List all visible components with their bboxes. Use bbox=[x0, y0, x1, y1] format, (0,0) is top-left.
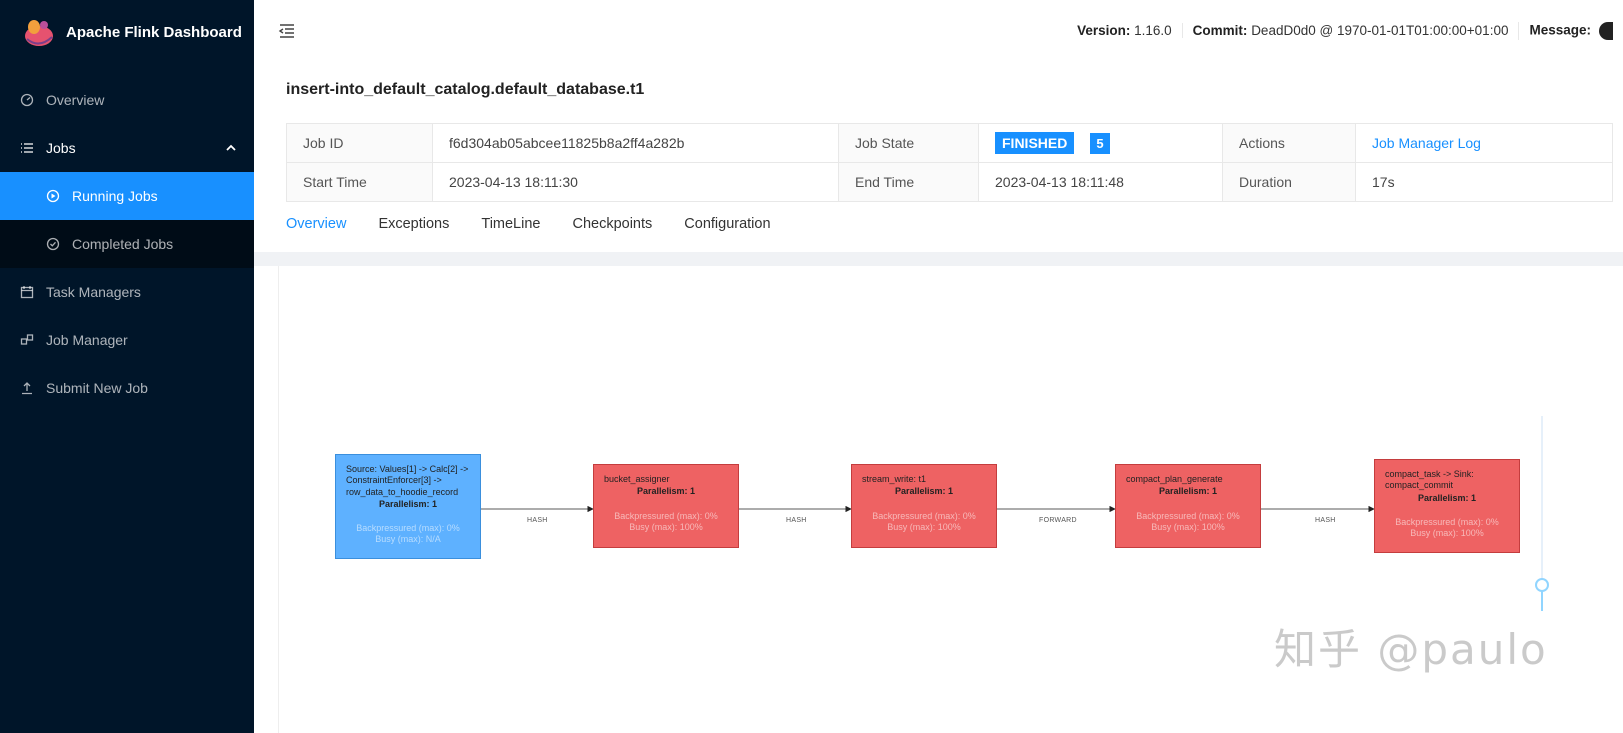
version-label: Version: bbox=[1077, 23, 1131, 38]
sidebar-item-label: Submit New Job bbox=[46, 380, 148, 396]
sidebar-item-label: Task Managers bbox=[46, 284, 141, 300]
sidebar-item-job-manager[interactable]: Job Manager bbox=[0, 316, 254, 364]
sidebar-item-label: Job Manager bbox=[46, 332, 128, 348]
tab-timeline[interactable]: TimeLine bbox=[481, 216, 540, 249]
node-parallelism: Parallelism: 1 bbox=[636, 486, 696, 497]
node-parallelism: Parallelism: 1 bbox=[378, 498, 438, 509]
node-backpressure: Backpressured (max): 0% bbox=[1136, 510, 1240, 521]
version-value: 1.16.0 bbox=[1134, 23, 1172, 38]
edge-label: FORWARD bbox=[1039, 517, 1077, 524]
end-time-value: 2023-04-13 18:11:48 bbox=[978, 162, 1223, 202]
job-title: insert-into_default_catalog.default_data… bbox=[286, 81, 645, 98]
sidebar-item-jobs[interactable]: Jobs bbox=[0, 124, 254, 172]
duration-value: 17s bbox=[1355, 162, 1613, 202]
actions-cell: Job Manager Log bbox=[1355, 123, 1613, 163]
edge-label: HASH bbox=[527, 517, 548, 524]
node-busy: Busy (max): 100% bbox=[1410, 528, 1484, 538]
node-parallelism: Parallelism: 1 bbox=[894, 486, 954, 497]
node-parallelism: Parallelism: 1 bbox=[1158, 486, 1218, 497]
job-state-cell: FINISHED 5 bbox=[978, 123, 1223, 163]
jobs-submenu: Running Jobs Completed Jobs bbox=[0, 172, 254, 268]
job-id-label: Job ID bbox=[286, 123, 433, 163]
table-row: Job ID f6d304ab05abcee11825b8a2ff4a282b … bbox=[286, 123, 1613, 163]
graph-node-bucket-assigner[interactable]: bucket_assigner Parallelism: 1 Backpress… bbox=[593, 464, 739, 548]
brand[interactable]: Apache Flink Dashboard bbox=[0, 0, 254, 64]
dashboard-icon bbox=[20, 93, 34, 107]
node-backpressure: Backpressured (max): 0% bbox=[1395, 516, 1499, 527]
start-time-value: 2023-04-13 18:11:30 bbox=[432, 162, 839, 202]
watermark: 知乎 @paulo bbox=[1274, 625, 1548, 674]
upload-icon bbox=[20, 381, 34, 395]
graph-node-stream-write[interactable]: stream_write: t1 Parallelism: 1 Backpres… bbox=[851, 464, 997, 548]
message-badge bbox=[1599, 21, 1613, 40]
end-time-label: End Time bbox=[838, 162, 979, 202]
tab-configuration[interactable]: Configuration bbox=[684, 216, 770, 249]
node-name: Source: Values[1] -> Calc[2] -> Constrai… bbox=[346, 464, 469, 497]
chevron-up-icon[interactable] bbox=[226, 140, 236, 156]
sidebar-item-submit-new-job[interactable]: Submit New Job bbox=[0, 364, 254, 412]
table-row: Start Time 2023-04-13 18:11:30 End Time … bbox=[286, 162, 1613, 202]
check-circle-icon bbox=[46, 237, 60, 251]
job-tabs: Overview Exceptions TimeLine Checkpoints… bbox=[286, 216, 803, 259]
flink-logo-icon bbox=[22, 15, 56, 49]
tabs-separator bbox=[254, 252, 1623, 266]
tab-exceptions[interactable]: Exceptions bbox=[378, 216, 449, 249]
top-header: Version: 1.16.0 Commit: DeadD0d0 @ 1970-… bbox=[254, 0, 1623, 61]
tab-checkpoints[interactable]: Checkpoints bbox=[572, 216, 652, 249]
menu-fold-icon[interactable] bbox=[278, 22, 296, 40]
sidebar-item-task-managers[interactable]: Task Managers bbox=[0, 268, 254, 316]
app-title: Apache Flink Dashboard bbox=[66, 23, 242, 41]
play-circle-icon bbox=[46, 189, 60, 203]
list-icon bbox=[20, 141, 34, 155]
node-name: bucket_assigner bbox=[604, 474, 670, 484]
zoom-slider-handle[interactable] bbox=[1535, 578, 1549, 592]
node-busy: Busy (max): N/A bbox=[375, 534, 441, 545]
duration-label: Duration bbox=[1222, 162, 1356, 202]
version-info: Version: 1.16.0 bbox=[1067, 23, 1182, 38]
main-content: insert-into_default_catalog.default_data… bbox=[254, 61, 1623, 733]
node-parallelism: Parallelism: 1 bbox=[1417, 492, 1477, 503]
tab-overview[interactable]: Overview bbox=[286, 216, 347, 259]
sidebar: Apache Flink Dashboard Overview Jobs Run… bbox=[0, 0, 254, 733]
task-count-badge: 5 bbox=[1090, 133, 1110, 154]
sidebar-item-label: Completed Jobs bbox=[72, 236, 174, 252]
sidebar-item-label: Overview bbox=[46, 92, 105, 108]
sidebar-item-label: Running Jobs bbox=[72, 188, 158, 204]
message-label: Message: bbox=[1529, 22, 1591, 38]
node-name: stream_write: t1 bbox=[862, 474, 927, 484]
job-manager-log-link[interactable]: Job Manager Log bbox=[1372, 135, 1481, 151]
header-info: Version: 1.16.0 Commit: DeadD0d0 @ 1970-… bbox=[1067, 21, 1623, 40]
sidebar-item-label: Jobs bbox=[46, 140, 76, 156]
node-busy: Busy (max): 100% bbox=[887, 521, 961, 532]
sidebar-item-running-jobs[interactable]: Running Jobs bbox=[0, 172, 254, 220]
graph-node-source[interactable]: Source: Values[1] -> Calc[2] -> Constrai… bbox=[335, 454, 481, 559]
node-busy: Busy (max): 100% bbox=[629, 521, 703, 532]
node-name: compact_plan_generate bbox=[1126, 474, 1223, 484]
graph-node-compact-task-sink[interactable]: compact_task -> Sink: compact_commit Par… bbox=[1374, 459, 1520, 553]
cluster-icon bbox=[20, 333, 34, 347]
node-backpressure: Backpressured (max): 0% bbox=[872, 510, 976, 521]
edge-label: HASH bbox=[1315, 517, 1336, 524]
sidebar-item-completed-jobs[interactable]: Completed Jobs bbox=[0, 220, 254, 268]
node-backpressure: Backpressured (max): 0% bbox=[356, 523, 460, 533]
status-badge: FINISHED bbox=[995, 132, 1075, 154]
commit-value: DeadD0d0 @ 1970-01-01T01:00:00+01:00 bbox=[1251, 23, 1509, 38]
start-time-label: Start Time bbox=[286, 162, 433, 202]
job-state-label: Job State bbox=[838, 123, 979, 163]
actions-label: Actions bbox=[1222, 123, 1356, 163]
message-info[interactable]: Message: bbox=[1518, 21, 1623, 40]
job-graph-canvas[interactable]: HASH HASH FORWARD HASH Source: Values[1]… bbox=[278, 266, 1623, 733]
node-busy: Busy (max): 100% bbox=[1151, 521, 1225, 532]
main-menu: Overview Jobs Running Jobs Completed Job… bbox=[0, 76, 254, 412]
job-id-value: f6d304ab05abcee11825b8a2ff4a282b bbox=[432, 123, 839, 163]
sidebar-item-overview[interactable]: Overview bbox=[0, 76, 254, 124]
graph-node-compact-plan-generate[interactable]: compact_plan_generate Parallelism: 1 Bac… bbox=[1115, 464, 1261, 548]
schedule-icon bbox=[20, 285, 34, 299]
node-backpressure: Backpressured (max): 0% bbox=[614, 510, 718, 521]
job-summary-table: Job ID f6d304ab05abcee11825b8a2ff4a282b … bbox=[286, 123, 1613, 202]
commit-info: Commit: DeadD0d0 @ 1970-01-01T01:00:00+0… bbox=[1181, 23, 1519, 38]
node-name: compact_task -> Sink: compact_commit bbox=[1385, 469, 1474, 491]
commit-label: Commit: bbox=[1192, 23, 1248, 38]
edge-label: HASH bbox=[786, 517, 807, 524]
